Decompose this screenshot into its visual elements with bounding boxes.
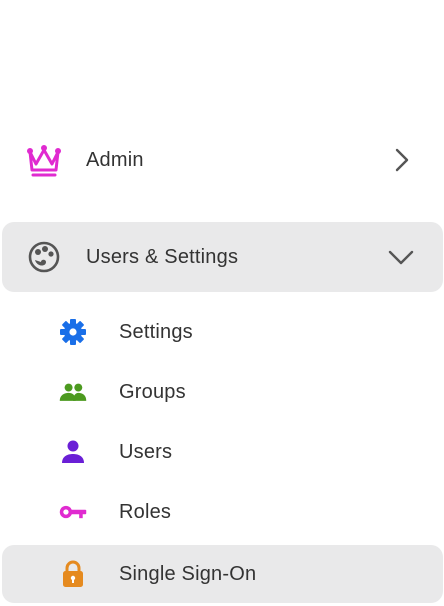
sidebar-nav: Admin Users & Settings Settings Groups U… — [0, 0, 444, 606]
nav-item-roles-label: Roles — [119, 500, 172, 523]
nav-item-groups-label: Groups — [119, 380, 186, 403]
nav-item-single-sign-on[interactable]: Single Sign-On — [2, 545, 443, 603]
key-icon — [58, 497, 88, 527]
nav-item-groups[interactable]: Groups — [2, 363, 443, 421]
user-icon — [58, 437, 88, 467]
nav-item-admin-label: Admin — [86, 148, 144, 171]
nav-item-users-label: Users — [119, 440, 173, 463]
nav-item-settings[interactable]: Settings — [2, 303, 443, 361]
nav-item-settings-label: Settings — [119, 320, 193, 343]
nav-item-users[interactable]: Users — [2, 423, 443, 481]
crown-icon — [24, 140, 64, 180]
gear-icon — [58, 317, 88, 347]
chevron-right-icon — [387, 146, 415, 174]
nav-item-users-settings[interactable]: Users & Settings — [2, 222, 443, 292]
nav-item-single-sign-on-label: Single Sign-On — [119, 562, 257, 585]
group-icon — [58, 377, 88, 407]
nav-item-roles[interactable]: Roles — [2, 483, 443, 541]
chevron-down-icon — [387, 243, 415, 271]
palette-icon — [24, 237, 64, 277]
nav-item-users-settings-label: Users & Settings — [86, 245, 239, 268]
lock-icon — [58, 559, 88, 589]
nav-item-admin[interactable]: Admin — [2, 125, 443, 195]
